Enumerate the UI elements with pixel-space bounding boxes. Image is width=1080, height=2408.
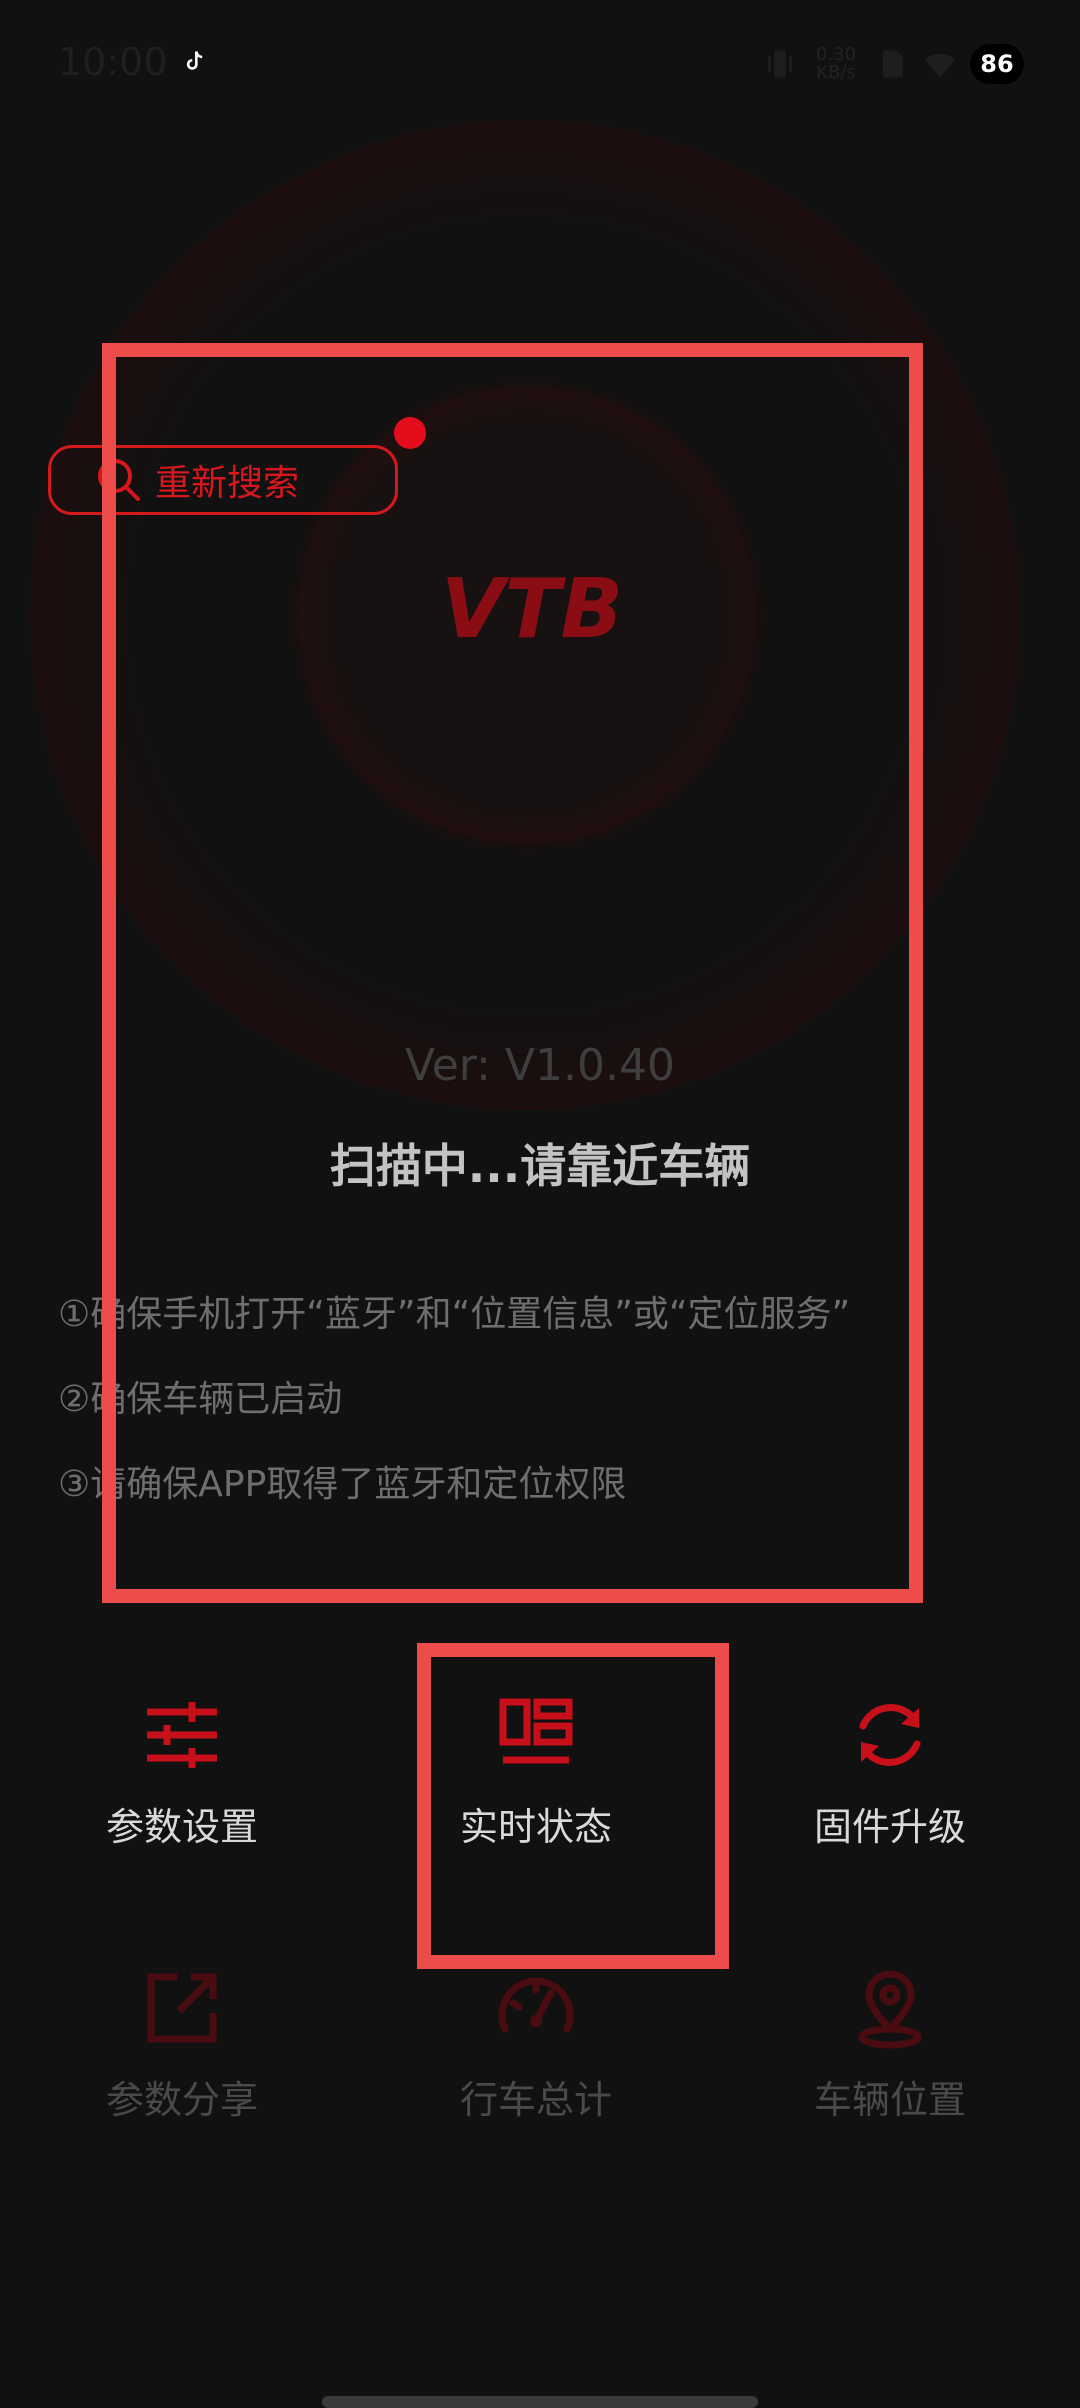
- menu-parameter-share[interactable]: 参数分享: [52, 1963, 312, 2124]
- status-icons: 0.30 KB/s 86: [762, 40, 1024, 88]
- menu-trip-totals-label: 行车总计: [459, 2078, 612, 2122]
- tiktok-icon: [186, 51, 203, 70]
- highlight-box-scan-area: [102, 343, 923, 1603]
- sliders-icon: [147, 1702, 217, 1768]
- menu-parameter-share-label: 参数分享: [105, 2078, 258, 2122]
- menu-vehicle-location-label: 车辆位置: [813, 2078, 966, 2122]
- home-indicator[interactable]: [322, 2396, 758, 2408]
- menu-vehicle-location[interactable]: 车辆位置: [760, 1963, 1020, 2124]
- status-time: 10:00: [58, 40, 168, 84]
- battery-level: 86: [970, 44, 1024, 84]
- menu-firmware-upgrade[interactable]: 固件升级: [760, 1690, 1020, 1851]
- speedometer-icon: [498, 1977, 574, 2033]
- vibrate-icon: [768, 50, 792, 78]
- menu-parameter-settings-label: 参数设置: [105, 1805, 258, 1849]
- menu-firmware-upgrade-label: 固件升级: [813, 1805, 966, 1849]
- menu-trip-totals[interactable]: 行车总计: [406, 1963, 666, 2124]
- sim-icon: [883, 50, 903, 78]
- net-speed-unit: KB/s: [816, 62, 856, 83]
- net-speed: 0.30 KB/s: [810, 46, 862, 82]
- share-icon: [147, 1973, 217, 2043]
- wifi-icon: [925, 53, 955, 78]
- location-pin-icon: [858, 1970, 922, 2049]
- refresh-icon: [859, 1704, 921, 1766]
- menu-parameter-settings[interactable]: 参数设置: [52, 1690, 312, 1851]
- highlight-box-realtime-status: [417, 1643, 729, 1969]
